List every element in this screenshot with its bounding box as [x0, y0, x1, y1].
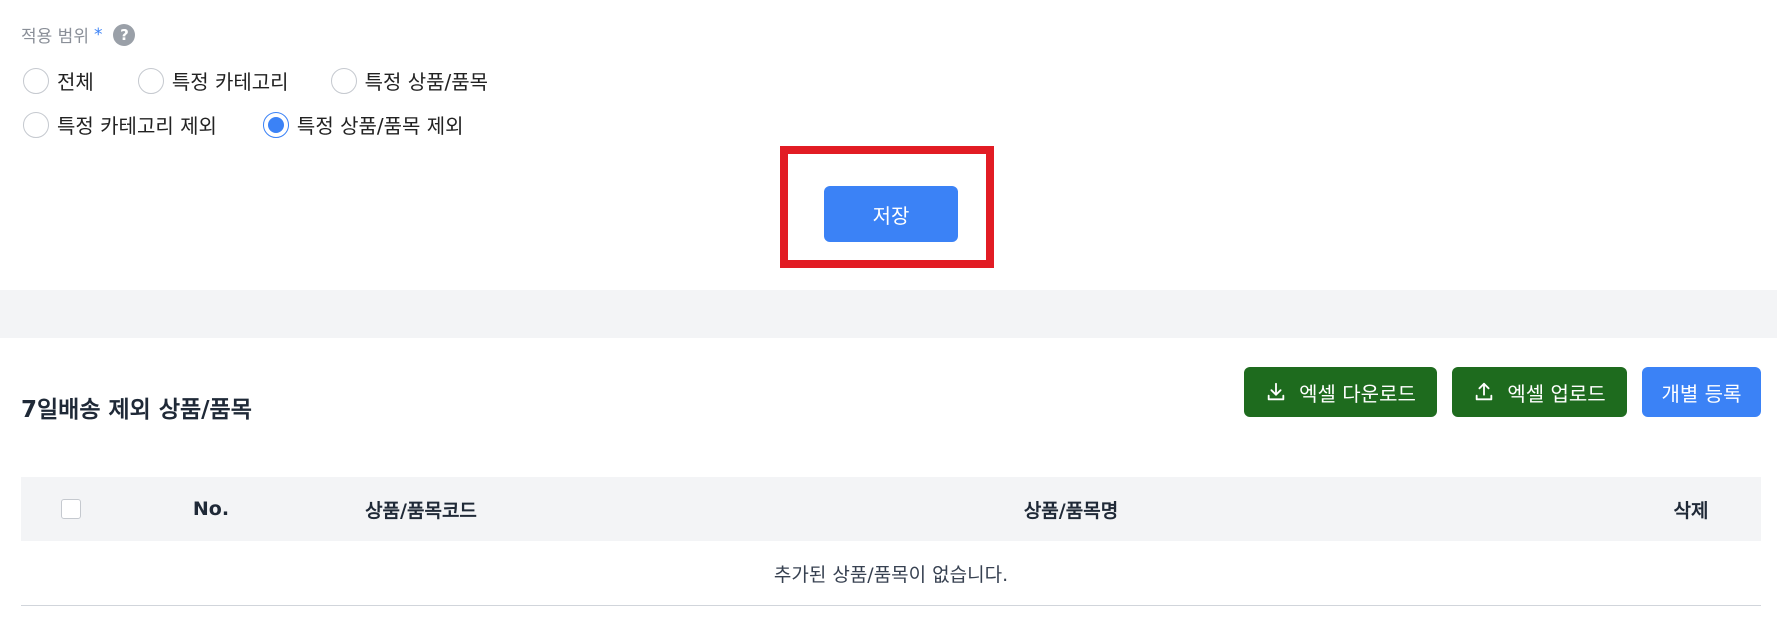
- help-icon[interactable]: ?: [113, 23, 136, 46]
- download-icon: [1267, 382, 1285, 401]
- radio-circle-checked[interactable]: [262, 111, 289, 138]
- excel-download-label: 엑셀 다운로드: [1299, 381, 1416, 406]
- scope-label: 적용 범위: [21, 27, 89, 47]
- product-table: No. 상품/품목코드 상품/품목명 삭제 추가된 상품/품목이 없습니다.: [21, 477, 1761, 606]
- radio-label: 특정 카테고리: [171, 70, 289, 94]
- col-code: 상품/품목코드: [365, 499, 477, 522]
- radio-label: 특정 상품/품목 제외: [296, 114, 464, 138]
- radio-circle[interactable]: [23, 111, 49, 138]
- radio-specific-category[interactable]: 특정 카테고리: [137, 66, 289, 95]
- radio-circle[interactable]: [330, 67, 357, 94]
- excel-download-button[interactable]: 엑셀 다운로드: [1244, 367, 1437, 417]
- table-header: No. 상품/품목코드 상품/품목명 삭제: [21, 477, 1761, 541]
- section-divider: [0, 290, 1777, 338]
- scope-radio-row-1: 전체 특정 카테고리 특정 상품/품목: [23, 66, 488, 95]
- empty-message: 추가된 상품/품목이 없습니다.: [21, 541, 1761, 606]
- required-mark: *: [93, 24, 103, 45]
- radio-circle[interactable]: [23, 67, 49, 94]
- scope-section: 적용 범위 * ? 전체 특정 카테고리 특정 상품/품목 특정 카테고리 제외…: [0, 0, 1777, 290]
- radio-label: 특정 상품/품목: [364, 70, 489, 94]
- individual-register-button[interactable]: 개별 등록: [1642, 367, 1761, 417]
- radio-exclude-category[interactable]: 특정 카테고리 제외: [23, 110, 217, 139]
- radio-label: 전체: [57, 70, 94, 94]
- upload-icon: [1476, 382, 1493, 401]
- list-actions: 엑셀 다운로드 엑셀 업로드 개별 등록: [1244, 367, 1761, 417]
- radio-label: 특정 카테고리 제외: [57, 114, 217, 138]
- excel-upload-button[interactable]: 엑셀 업로드: [1452, 367, 1627, 417]
- radio-circle[interactable]: [137, 67, 164, 94]
- col-no: No.: [192, 498, 230, 520]
- save-button[interactable]: 저장: [824, 186, 958, 242]
- radio-specific-product[interactable]: 특정 상품/품목: [330, 66, 489, 95]
- excel-upload-label: 엑셀 업로드: [1507, 381, 1606, 406]
- scope-label-row: 적용 범위 * ?: [21, 22, 136, 47]
- col-delete: 삭제: [1673, 499, 1709, 522]
- scope-radio-row-2: 특정 카테고리 제외 특정 상품/품목 제외: [23, 110, 464, 139]
- col-name: 상품/품목명: [1023, 499, 1119, 522]
- list-title: 7일배송 제외 상품/품목: [21, 397, 252, 423]
- radio-all[interactable]: 전체: [23, 66, 94, 95]
- select-all-checkbox[interactable]: [61, 499, 81, 519]
- radio-exclude-product[interactable]: 특정 상품/품목 제외: [262, 110, 464, 139]
- select-all-cell: [51, 477, 91, 541]
